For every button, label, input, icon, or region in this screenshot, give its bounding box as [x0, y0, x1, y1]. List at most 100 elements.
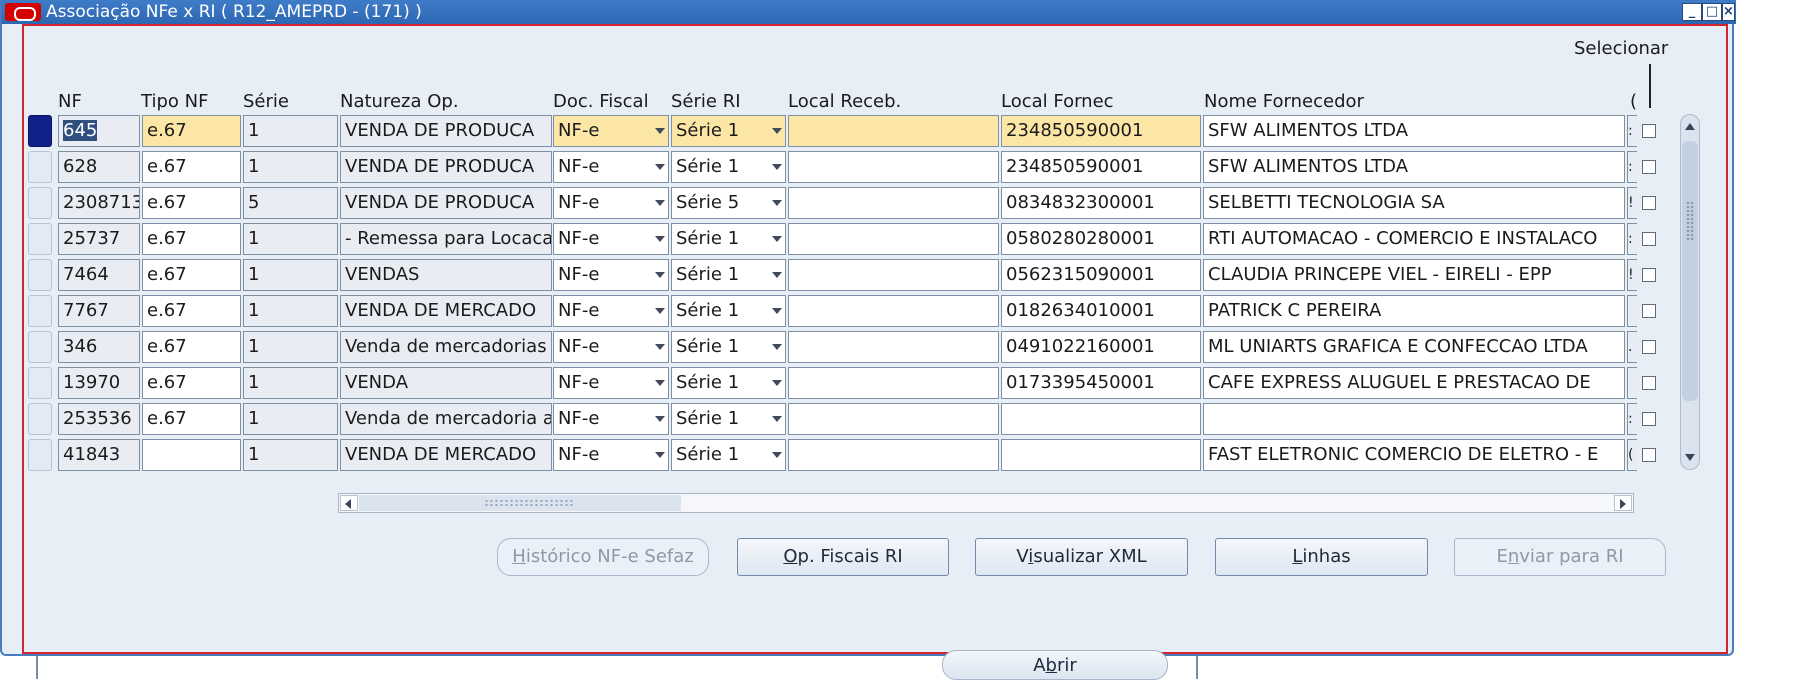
- local-receb-field[interactable]: [788, 439, 999, 471]
- serie-field[interactable]: 1: [243, 115, 338, 147]
- maximize-icon[interactable]: □: [1702, 3, 1722, 21]
- local-fornec-field[interactable]: 234850590001: [1001, 151, 1201, 183]
- nome-fornecedor-field[interactable]: PATRICK C PEREIRA: [1203, 295, 1625, 327]
- chevron-down-icon[interactable]: [655, 272, 665, 278]
- truncated-column-field[interactable]: :: [1627, 403, 1637, 435]
- vertical-scrollbar[interactable]: [1680, 114, 1700, 470]
- serie-field[interactable]: 1: [243, 403, 338, 435]
- current-record-indicator[interactable]: [28, 115, 52, 147]
- local-fornec-field[interactable]: [1001, 439, 1201, 471]
- doc-fiscal-select[interactable]: NF-e: [553, 259, 669, 291]
- tipo-nf-field[interactable]: e.67: [142, 223, 241, 255]
- close-icon[interactable]: ×: [1722, 3, 1735, 21]
- serie-ri-select[interactable]: Série 1: [671, 259, 786, 291]
- scroll-left-button[interactable]: [340, 495, 358, 511]
- local-receb-field[interactable]: [788, 367, 999, 399]
- scroll-up-icon[interactable]: [1685, 123, 1695, 130]
- record-selector[interactable]: [28, 187, 52, 219]
- selecionar-checkbox[interactable]: [1642, 232, 1656, 246]
- record-selector[interactable]: [28, 259, 52, 291]
- nf-field[interactable]: 628: [58, 151, 140, 183]
- natureza-op-field[interactable]: VENDA DE PRODUCA: [340, 187, 552, 219]
- nf-field[interactable]: 7767: [58, 295, 140, 327]
- chevron-down-icon[interactable]: [655, 344, 665, 350]
- serie-field[interactable]: 1: [243, 151, 338, 183]
- scroll-down-icon[interactable]: [1685, 454, 1695, 461]
- serie-field[interactable]: 5: [243, 187, 338, 219]
- record-selector[interactable]: [28, 223, 52, 255]
- selecionar-checkbox[interactable]: [1642, 448, 1656, 462]
- doc-fiscal-select[interactable]: NF-e: [553, 439, 669, 471]
- chevron-down-icon[interactable]: [655, 416, 665, 422]
- chevron-down-icon[interactable]: [655, 452, 665, 458]
- local-receb-field[interactable]: [788, 151, 999, 183]
- nf-field[interactable]: 346: [58, 331, 140, 363]
- chevron-down-icon[interactable]: [772, 164, 782, 170]
- chevron-down-icon[interactable]: [655, 308, 665, 314]
- truncated-column-field[interactable]: :: [1627, 151, 1637, 183]
- natureza-op-field[interactable]: VENDA DE PRODUCA: [340, 151, 552, 183]
- record-selector[interactable]: [28, 151, 52, 183]
- doc-fiscal-select[interactable]: NF-e: [553, 295, 669, 327]
- local-fornec-field[interactable]: 0491022160001: [1001, 331, 1201, 363]
- natureza-op-field[interactable]: Venda de mercadoria ac: [340, 403, 552, 435]
- serie-ri-select[interactable]: Série 1: [671, 331, 786, 363]
- nf-field[interactable]: 7464: [58, 259, 140, 291]
- selecionar-checkbox[interactable]: [1642, 160, 1656, 174]
- truncated-column-field[interactable]: [1627, 295, 1637, 327]
- truncated-column-field[interactable]: :: [1627, 223, 1637, 255]
- tipo-nf-field[interactable]: e.67: [142, 331, 241, 363]
- local-fornec-field[interactable]: 0834832300001: [1001, 187, 1201, 219]
- local-fornec-field[interactable]: 0580280280001: [1001, 223, 1201, 255]
- record-selector[interactable]: [28, 367, 52, 399]
- chevron-down-icon[interactable]: [655, 380, 665, 386]
- nome-fornecedor-field[interactable]: SFW ALIMENTOS LTDA: [1203, 115, 1625, 147]
- chevron-down-icon[interactable]: [772, 236, 782, 242]
- visualizar-xml-button[interactable]: Visualizar XML: [975, 538, 1188, 576]
- tipo-nf-field[interactable]: e.67: [142, 403, 241, 435]
- natureza-op-field[interactable]: VENDAS: [340, 259, 552, 291]
- chevron-down-icon[interactable]: [772, 452, 782, 458]
- local-receb-field[interactable]: [788, 259, 999, 291]
- serie-ri-select[interactable]: Série 1: [671, 403, 786, 435]
- tipo-nf-field[interactable]: e.67: [142, 295, 241, 327]
- local-receb-field[interactable]: [788, 403, 999, 435]
- serie-ri-select[interactable]: Série 1: [671, 223, 786, 255]
- truncated-column-field[interactable]: !: [1627, 187, 1637, 219]
- local-receb-field[interactable]: [788, 331, 999, 363]
- doc-fiscal-select[interactable]: NF-e: [553, 403, 669, 435]
- selecionar-checkbox[interactable]: [1642, 304, 1656, 318]
- tipo-nf-field[interactable]: e.67: [142, 367, 241, 399]
- record-selector[interactable]: [28, 331, 52, 363]
- natureza-op-field[interactable]: VENDA DE PRODUCA: [340, 115, 552, 147]
- serie-field[interactable]: 1: [243, 439, 338, 471]
- record-selector[interactable]: [28, 403, 52, 435]
- selecionar-checkbox[interactable]: [1642, 412, 1656, 426]
- local-fornec-field[interactable]: 0173395450001: [1001, 367, 1201, 399]
- chevron-down-icon[interactable]: [772, 380, 782, 386]
- local-receb-field[interactable]: [788, 115, 999, 147]
- abrir-button[interactable]: Abrir: [942, 650, 1168, 680]
- chevron-down-icon[interactable]: [772, 272, 782, 278]
- chevron-down-icon[interactable]: [655, 200, 665, 206]
- record-selector[interactable]: [28, 439, 52, 471]
- local-fornec-field[interactable]: [1001, 403, 1201, 435]
- enviar-para-ri-button[interactable]: Enviar para RI: [1454, 538, 1666, 576]
- op-fiscais-ri-button[interactable]: Op. Fiscais RI: [737, 538, 949, 576]
- serie-field[interactable]: 1: [243, 259, 338, 291]
- nome-fornecedor-field[interactable]: [1203, 403, 1625, 435]
- nome-fornecedor-field[interactable]: SFW ALIMENTOS LTDA: [1203, 151, 1625, 183]
- natureza-op-field[interactable]: VENDA DE MERCADO: [340, 295, 552, 327]
- historico-nfe-sefaz-button[interactable]: Histórico NF-e Sefaz: [497, 538, 709, 576]
- tipo-nf-field[interactable]: e.67: [142, 151, 241, 183]
- tipo-nf-field[interactable]: e.67: [142, 115, 241, 147]
- serie-field[interactable]: 1: [243, 367, 338, 399]
- truncated-column-field[interactable]: !: [1627, 259, 1637, 291]
- selecionar-checkbox[interactable]: [1642, 196, 1656, 210]
- nome-fornecedor-field[interactable]: CLAUDIA PRINCEPE VIEL - EIRELI - EPP: [1203, 259, 1625, 291]
- minimize-icon[interactable]: _: [1682, 3, 1702, 21]
- horizontal-scroll-thumb[interactable]: [359, 495, 681, 511]
- selecionar-checkbox[interactable]: [1642, 268, 1656, 282]
- natureza-op-field[interactable]: VENDA: [340, 367, 552, 399]
- horizontal-scrollbar[interactable]: [338, 493, 1634, 513]
